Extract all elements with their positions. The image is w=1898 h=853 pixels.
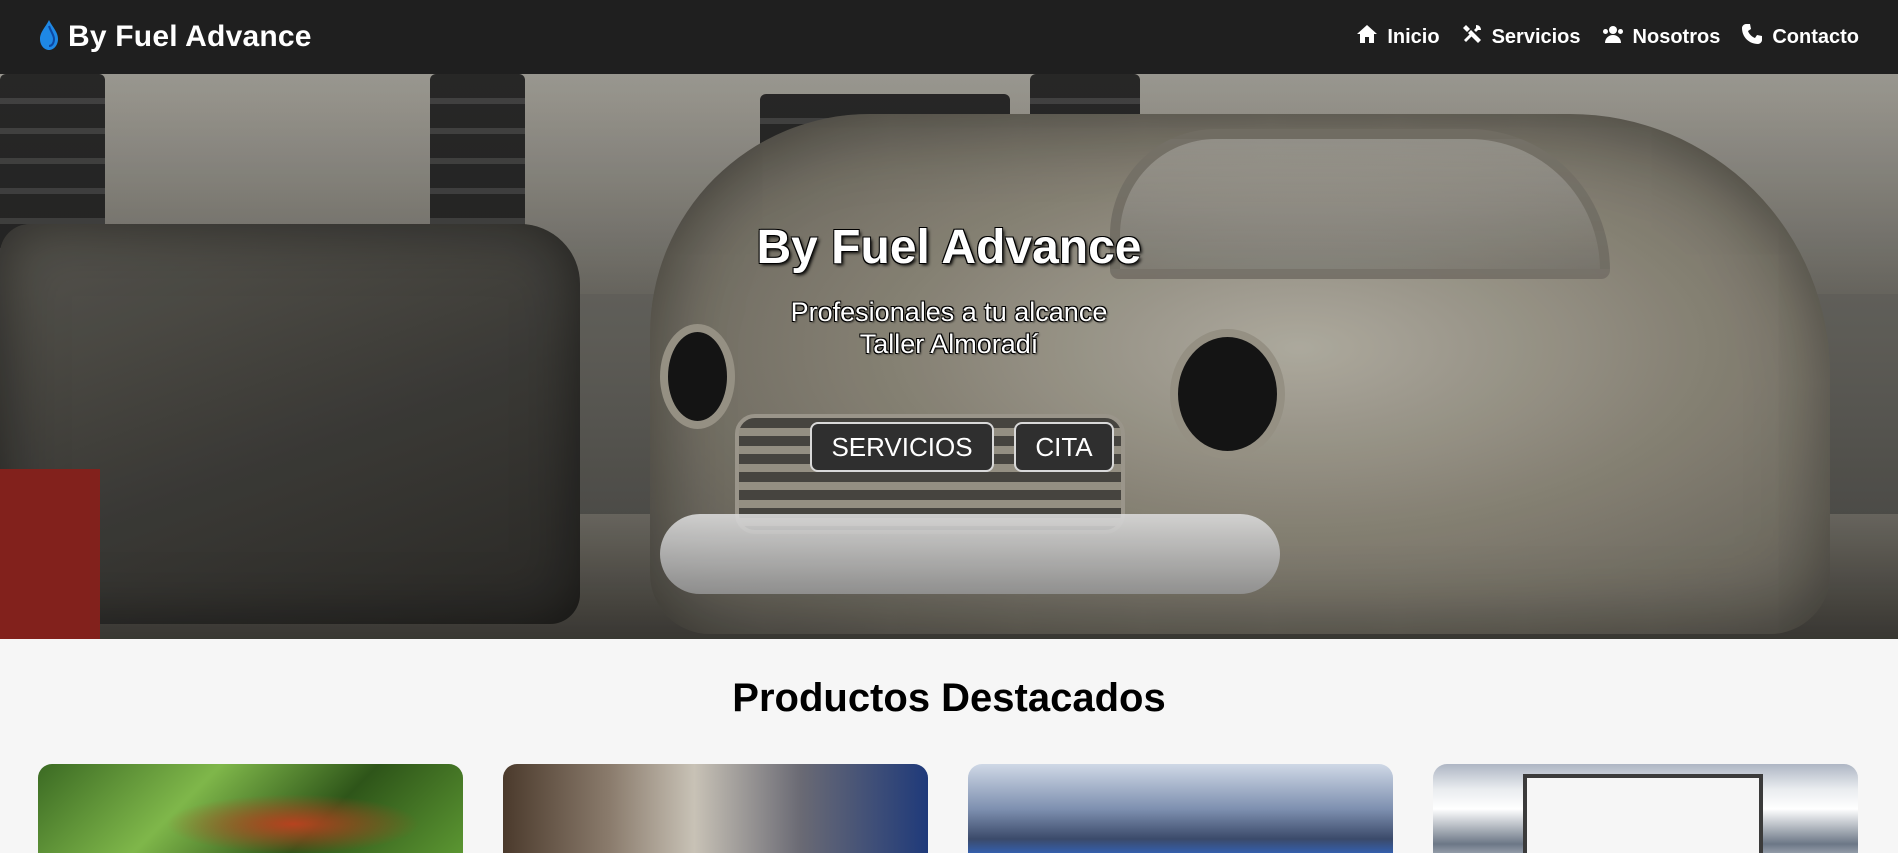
- nav-item-label: Servicios: [1491, 25, 1581, 48]
- nav-item-nosotros[interactable]: Nosotros: [1601, 22, 1721, 52]
- nav-item-inicio[interactable]: Inicio: [1355, 22, 1440, 52]
- main-nav: Inicio Servicios Nosotros Contacto: [1355, 22, 1859, 52]
- product-card[interactable]: [1433, 764, 1858, 853]
- diagnostic-screen: [1523, 774, 1763, 853]
- nav-item-label: Nosotros: [1632, 25, 1721, 48]
- home-icon: [1355, 22, 1379, 52]
- hero-subtitle: Profesionales a tu alcance Taller Almora…: [0, 296, 1898, 360]
- product-cards: [38, 764, 1860, 853]
- product-card[interactable]: [38, 764, 463, 853]
- navbar: By Fuel Advance Inicio Servicios Nosotro…: [0, 0, 1898, 74]
- nav-item-label: Contacto: [1772, 25, 1859, 48]
- brand-title: By Fuel Advance: [68, 20, 312, 53]
- users-icon: [1601, 22, 1625, 52]
- products-title: Productos Destacados: [732, 676, 1166, 720]
- hero-title: By Fuel Advance: [756, 221, 1142, 274]
- hero-buttons: SERVICIOS CITA: [0, 422, 1898, 472]
- hero-section: By Fuel Advance Profesionales a tu alcan…: [0, 74, 1898, 639]
- nav-item-label: Inicio: [1387, 25, 1440, 48]
- nav-item-servicios[interactable]: Servicios: [1460, 22, 1581, 52]
- product-card[interactable]: [968, 764, 1393, 853]
- phone-icon: [1740, 22, 1764, 52]
- hero-subtitle-line2: Taller Almoradí: [859, 329, 1039, 359]
- hero-content: By Fuel Advance Profesionales a tu alcan…: [0, 74, 1898, 639]
- fuel-drop-icon: [40, 19, 58, 55]
- product-card[interactable]: [503, 764, 928, 853]
- cita-button[interactable]: CITA: [1014, 422, 1114, 472]
- hero-subtitle-line1: Profesionales a tu alcance: [790, 297, 1108, 327]
- tools-icon: [1460, 22, 1484, 52]
- brand[interactable]: By Fuel Advance: [40, 19, 312, 55]
- servicios-button[interactable]: SERVICIOS: [810, 422, 994, 472]
- nav-item-contacto[interactable]: Contacto: [1740, 22, 1859, 52]
